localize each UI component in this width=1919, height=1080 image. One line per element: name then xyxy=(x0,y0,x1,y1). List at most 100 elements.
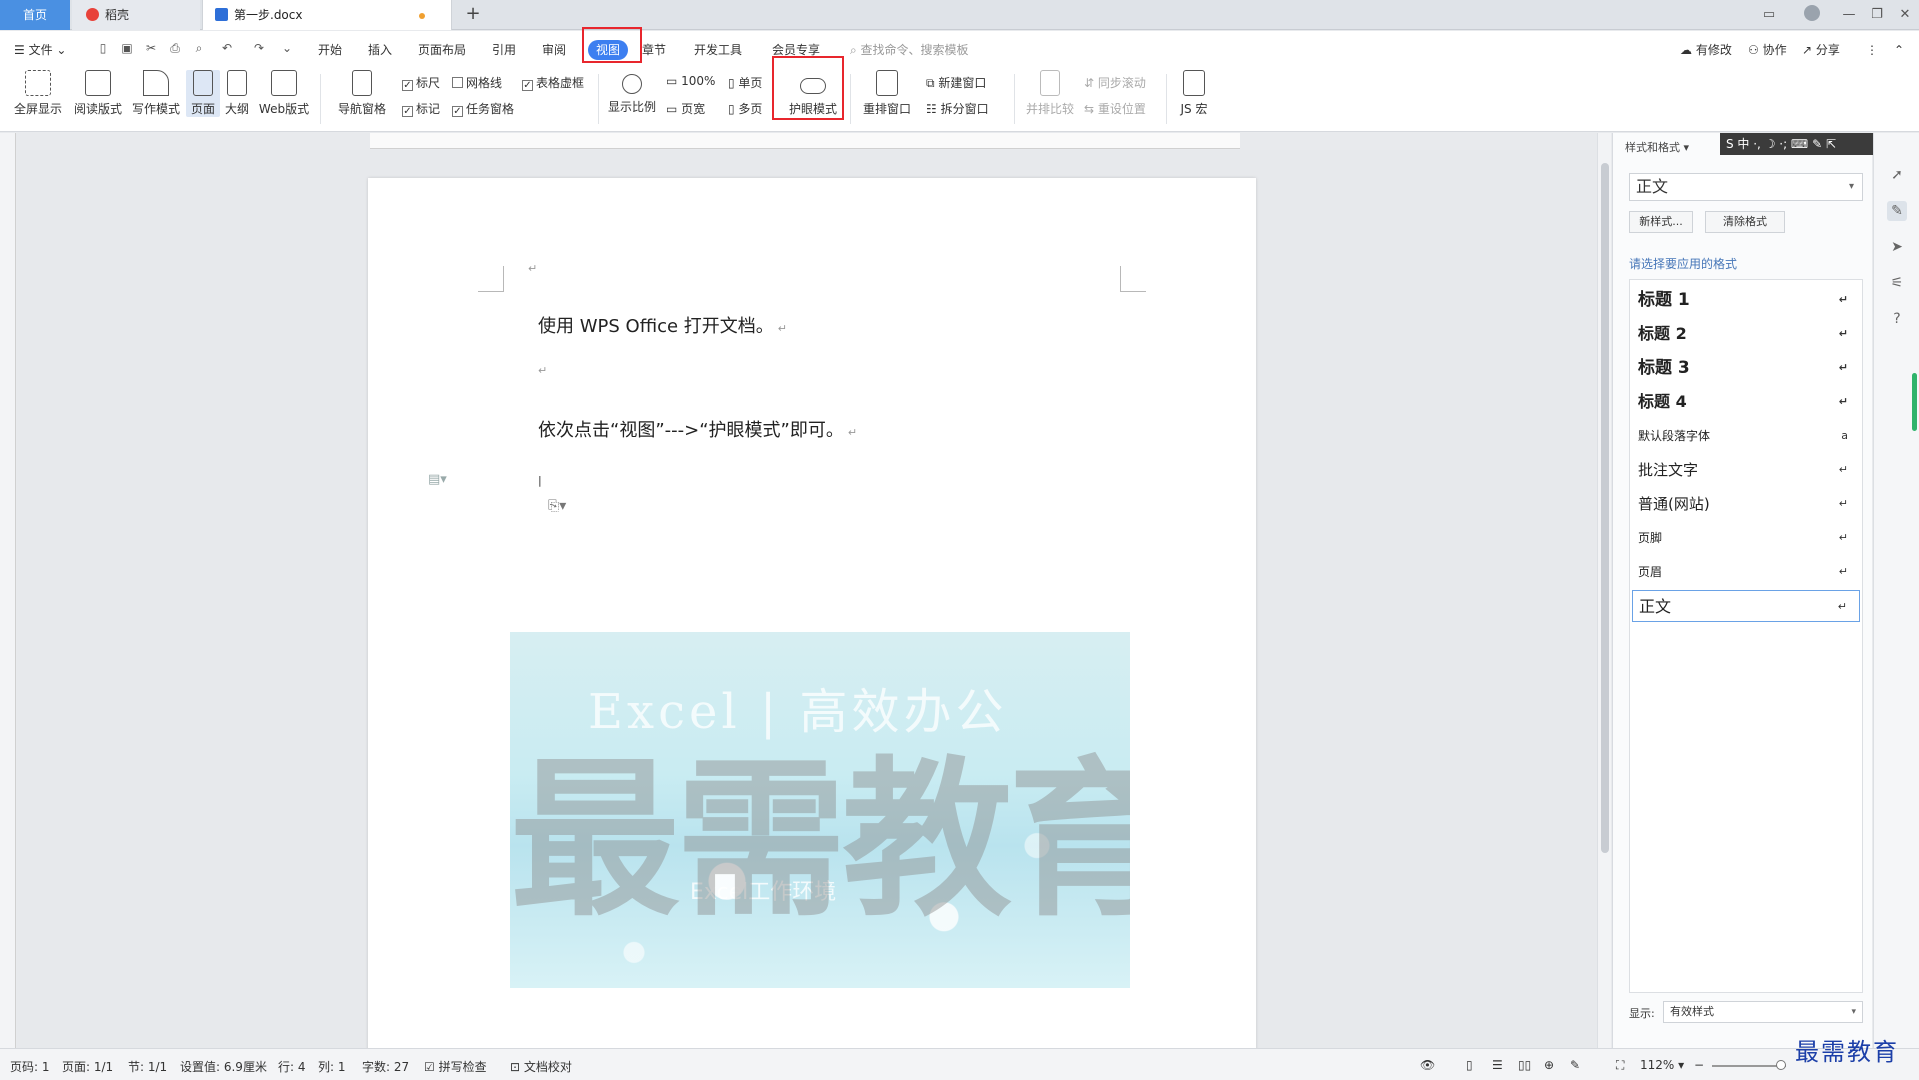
ruler-checkbox[interactable]: ✓ 标尺 xyxy=(402,74,440,91)
web-status-icon[interactable]: ⊕ xyxy=(1544,1058,1554,1072)
zoom-button[interactable]: 显示比例 xyxy=(606,70,658,115)
doc-proof-button[interactable]: ⊡ 文档校对 xyxy=(510,1058,572,1075)
page-width-button[interactable]: ▭ 页宽 xyxy=(666,100,705,117)
rocket-icon[interactable]: ➚ xyxy=(1887,165,1907,185)
paragraph-1[interactable]: 使用 WPS Office 打开文档。 ↵ xyxy=(538,312,787,338)
side-by-side-button[interactable]: 并排比较 xyxy=(1022,70,1078,117)
show-filter-combo[interactable]: 有效样式 ▾ xyxy=(1663,1001,1863,1023)
document-image[interactable]: Excel | 高效办公 Excel工作环境 最需教育 xyxy=(510,632,1130,988)
sync-scroll-button[interactable]: ⇵ 同步滚动 xyxy=(1084,74,1146,91)
restore-button[interactable]: ❐ xyxy=(1864,0,1890,30)
style-heading-4[interactable]: 标题 4 ↵ xyxy=(1632,386,1860,418)
help-icon[interactable]: ? xyxy=(1887,309,1907,329)
new-window-button[interactable]: ⧉ 新建窗口 xyxy=(926,74,986,91)
vertical-scrollbar[interactable] xyxy=(1597,133,1611,1048)
menu-start[interactable]: 开始 xyxy=(318,40,342,60)
style-comment-text[interactable]: 批注文字 ↵ xyxy=(1632,454,1860,486)
style-normal-web[interactable]: 普通(网站) ↵ xyxy=(1632,488,1860,520)
side-scroll-indicator[interactable] xyxy=(1912,373,1917,431)
menu-review[interactable]: 审阅 xyxy=(542,40,566,60)
zoom-out-icon[interactable]: − xyxy=(1694,1058,1704,1072)
marks-checkbox[interactable]: ✓ 标记 xyxy=(402,100,440,117)
web-layout-button[interactable]: Web版式 xyxy=(256,70,312,117)
file-menu[interactable]: ☰ 文件 ⌄ xyxy=(14,40,66,60)
style-pen-icon[interactable]: ✎ xyxy=(1887,201,1907,221)
paste-options-icon[interactable]: ⎘▾ xyxy=(548,498,566,514)
style-heading-3[interactable]: 标题 3 ↵ xyxy=(1632,352,1860,384)
style-heading-1[interactable]: 标题 1 ↵ xyxy=(1632,284,1860,316)
page-view-button[interactable]: 页面 xyxy=(186,70,220,117)
task-pane-checkbox[interactable]: ✓ 任务窗格 xyxy=(452,100,514,117)
js-macro-button[interactable]: JS 宏 xyxy=(1172,70,1216,117)
tab-document[interactable]: 第一步.docx xyxy=(202,0,452,30)
multi-page-button[interactable]: ▯ 多页 xyxy=(728,100,762,117)
style-footer[interactable]: 页脚 ↵ xyxy=(1632,522,1860,554)
zoom-level[interactable]: 112% ▾ xyxy=(1640,1058,1684,1072)
fit-page-icon[interactable]: ⛶ xyxy=(1616,1058,1624,1073)
menu-chapter[interactable]: 章节 xyxy=(642,40,666,60)
menu-developer[interactable]: 开发工具 xyxy=(694,40,742,60)
styles-pane-title[interactable]: 样式和格式 ▾ xyxy=(1625,139,1689,155)
spell-check-button[interactable]: ☑ 拼写检查 xyxy=(424,1058,487,1075)
format-painter-icon[interactable]: ✂ xyxy=(144,41,158,55)
paragraph-options-icon[interactable]: ▤▾ xyxy=(428,472,447,487)
writing-mode-button[interactable]: 写作模式 xyxy=(128,70,184,117)
current-style-combo[interactable]: 正文 ▾ xyxy=(1629,173,1863,201)
split-window-button[interactable]: ☷ 拆分窗口 xyxy=(926,100,989,117)
tab-daoke[interactable]: 稻壳 xyxy=(72,0,200,30)
new-style-button[interactable]: 新样式... xyxy=(1629,211,1693,233)
reset-position-button[interactable]: ⇆ 重设位置 xyxy=(1084,100,1146,117)
settings-sliders-icon[interactable]: ⚟ xyxy=(1887,273,1907,293)
minimize-button[interactable]: — xyxy=(1836,0,1862,30)
eye-mode-status-icon[interactable]: 👁 xyxy=(1420,1058,1435,1072)
print-icon[interactable]: ⎙ xyxy=(168,41,182,55)
writing-status-icon[interactable]: ✎ xyxy=(1570,1058,1580,1072)
more-icon[interactable]: ⋮ xyxy=(1866,40,1878,60)
layout-icon[interactable]: ▭ xyxy=(1756,0,1782,30)
page-view-status-icon[interactable]: ▯ xyxy=(1466,1058,1473,1072)
horizontal-ruler[interactable] xyxy=(370,133,1240,149)
reading-status-icon[interactable]: ▯▯ xyxy=(1518,1058,1531,1072)
menu-insert[interactable]: 插入 xyxy=(368,40,392,60)
style-header[interactable]: 页眉 ↵ xyxy=(1632,556,1860,588)
status-word-count[interactable]: 字数: 27 xyxy=(362,1058,409,1075)
style-default-font[interactable]: 默认段落字体 a xyxy=(1632,420,1860,452)
style-heading-2[interactable]: 标题 2 ↵ xyxy=(1632,318,1860,350)
paragraph-2[interactable]: 依次点击“视图”--->“护眼模式”即可。 ↵ xyxy=(538,416,857,442)
clear-format-button[interactable]: 清除格式 xyxy=(1705,211,1785,233)
reading-mode-button[interactable]: 阅读版式 xyxy=(70,70,126,117)
undo-icon[interactable]: ↶ xyxy=(220,41,234,55)
style-body-text[interactable]: 正文 ↵ xyxy=(1632,590,1860,622)
vertical-ruler[interactable] xyxy=(0,133,16,1048)
tab-home[interactable]: 首页 xyxy=(0,0,70,30)
scrollbar-thumb[interactable] xyxy=(1601,163,1609,853)
redo-icon[interactable]: ↷ xyxy=(252,41,266,55)
collab-button[interactable]: ⚇ 协作 xyxy=(1748,40,1787,60)
outline-status-icon[interactable]: ☰ xyxy=(1492,1058,1503,1072)
table-gridlines-checkbox[interactable]: ✓ 表格虚框 xyxy=(522,74,584,91)
select-cursor-icon[interactable]: ➤ xyxy=(1887,237,1907,257)
single-page-button[interactable]: ▯ 单页 xyxy=(728,74,762,91)
print-preview-icon[interactable]: ⌕ xyxy=(192,41,206,55)
document-page[interactable]: ↵ 使用 WPS Office 打开文档。 ↵ ↵ 依次点击“视图”--->“护眼… xyxy=(368,178,1256,1048)
outline-button[interactable]: 大纲 xyxy=(222,70,252,117)
nav-pane-button[interactable]: 导航窗格 xyxy=(330,70,394,117)
zoom-100-button[interactable]: ▭ 100% xyxy=(666,74,715,88)
gridlines-checkbox[interactable]: 网格线 xyxy=(452,74,502,91)
command-search[interactable]: ⌕ 查找命令、搜索模板 xyxy=(850,40,969,60)
customize-chevron-icon[interactable]: ⌄ xyxy=(280,41,294,55)
fullscreen-button[interactable]: 全屏显示 xyxy=(10,70,66,117)
save-icon[interactable]: ▣ xyxy=(120,41,134,55)
new-doc-icon[interactable]: ▯ xyxy=(96,41,110,55)
modified-button[interactable]: ☁ 有修改 xyxy=(1680,40,1732,60)
arrange-window-button[interactable]: 重排窗口 xyxy=(856,70,918,117)
close-button[interactable]: ✕ xyxy=(1892,0,1918,30)
collapse-ribbon-icon[interactable]: ⌃ xyxy=(1894,40,1904,60)
new-tab-button[interactable]: + xyxy=(462,4,484,26)
zoom-slider-handle[interactable] xyxy=(1776,1060,1786,1070)
document-area[interactable]: ↵ 使用 WPS Office 打开文档。 ↵ ↵ 依次点击“视图”--->“护眼… xyxy=(17,150,1597,1048)
share-button[interactable]: ↗ 分享 xyxy=(1802,40,1840,60)
menu-page-layout[interactable]: 页面布局 xyxy=(418,40,466,60)
menu-references[interactable]: 引用 xyxy=(492,40,516,60)
zoom-slider[interactable] xyxy=(1712,1065,1786,1067)
